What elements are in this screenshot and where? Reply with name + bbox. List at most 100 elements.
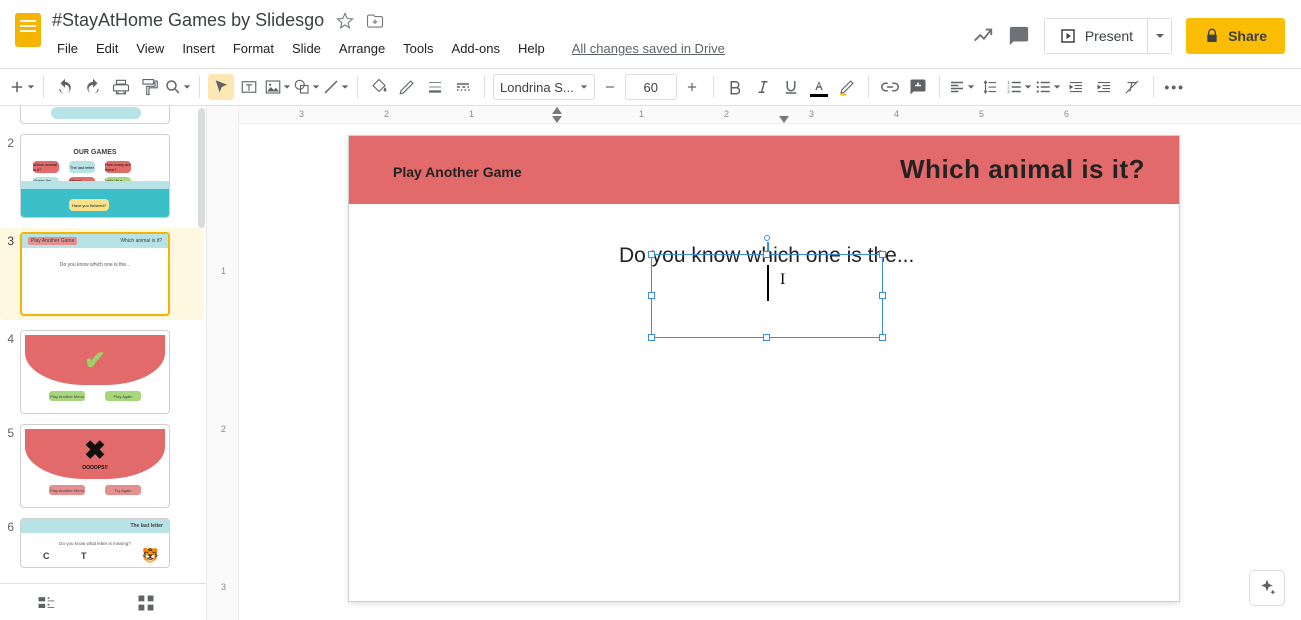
- bulleted-list-button[interactable]: [1034, 74, 1061, 100]
- thumb-chip: How many are there?: [105, 161, 131, 173]
- highlight-color-button[interactable]: [834, 74, 860, 100]
- underline-button[interactable]: [778, 74, 804, 100]
- thumb-title: OUR GAMES: [21, 149, 169, 156]
- new-slide-button[interactable]: [8, 74, 35, 100]
- menu-file[interactable]: File: [50, 37, 85, 60]
- slide-thumb-5[interactable]: 5 ✖ OOOOPS!! Play Another Menu Try Again: [2, 424, 200, 508]
- select-tool[interactable]: [208, 74, 234, 100]
- image-tool[interactable]: [264, 74, 291, 100]
- menu-tools[interactable]: Tools: [396, 37, 440, 60]
- filmstrip-view-icon[interactable]: [36, 593, 56, 613]
- border-dash-button[interactable]: [450, 74, 476, 100]
- grid-view-icon[interactable]: [136, 593, 156, 613]
- ruler-tick: 1: [469, 109, 474, 119]
- slide-thumb-2[interactable]: 2 OUR GAMES Which animal is it? The last…: [2, 134, 200, 218]
- shape-tool[interactable]: [293, 74, 320, 100]
- undo-button[interactable]: [52, 74, 78, 100]
- menu-edit[interactable]: Edit: [89, 37, 125, 60]
- thumb-chip: Play Again: [105, 391, 141, 401]
- filmstrip-panel: 2 OUR GAMES Which animal is it? The last…: [0, 106, 207, 620]
- resize-handle[interactable]: [879, 334, 886, 341]
- present-dropdown[interactable]: [1147, 19, 1171, 53]
- rotate-handle[interactable]: [764, 235, 770, 241]
- menu-format[interactable]: Format: [226, 37, 281, 60]
- slide-thumb-4[interactable]: 4 ✔ Play Another Menu Play Again: [2, 330, 200, 414]
- indent-decrease-button[interactable]: [1063, 74, 1089, 100]
- thumb-chip: Have you finished?: [69, 199, 109, 211]
- fill-color-button[interactable]: [366, 74, 392, 100]
- menu-slide[interactable]: Slide: [285, 37, 328, 60]
- textbox-tool[interactable]: [236, 74, 262, 100]
- present-button[interactable]: Present: [1045, 19, 1147, 53]
- clear-format-button[interactable]: [1119, 74, 1145, 100]
- menu-help[interactable]: Help: [511, 37, 552, 60]
- slide-header-left[interactable]: Play Another Game: [393, 164, 522, 180]
- filmstrip-scrollbar[interactable]: [198, 108, 205, 228]
- thumb-chip: Which animal is it?: [33, 161, 59, 173]
- more-tools-button[interactable]: •••: [1162, 74, 1188, 100]
- ruler-tick: 1: [639, 109, 644, 119]
- resize-handle[interactable]: [879, 251, 886, 258]
- resize-handle[interactable]: [648, 292, 655, 299]
- menu-addons[interactable]: Add-ons: [445, 37, 507, 60]
- app-header: #StayAtHome Games by Slidesgo File Edit …: [0, 0, 1301, 68]
- line-spacing-button[interactable]: [977, 74, 1003, 100]
- thumb-chip: Try Again: [105, 485, 141, 495]
- present-label: Present: [1085, 28, 1133, 44]
- insert-comment-button[interactable]: [905, 74, 931, 100]
- thumb-label: OOOOPS!!: [21, 465, 169, 471]
- menu-arrange[interactable]: Arrange: [332, 37, 392, 60]
- border-weight-button[interactable]: [422, 74, 448, 100]
- present-button-group: Present: [1044, 18, 1172, 54]
- app-logo[interactable]: [8, 6, 48, 54]
- slide-header-right[interactable]: Which animal is it?: [900, 154, 1145, 185]
- work-area: 3 2 1 1 2 3 4 5 6 Play Another Game Whic…: [239, 106, 1301, 620]
- text-color-button[interactable]: [806, 74, 832, 100]
- border-color-button[interactable]: [394, 74, 420, 100]
- font-size-inc[interactable]: [679, 74, 705, 100]
- print-button[interactable]: [108, 74, 134, 100]
- indent-marker-icon[interactable]: [552, 116, 562, 123]
- svg-text:3: 3: [1007, 89, 1010, 94]
- insert-link-button[interactable]: [877, 74, 903, 100]
- menu-bar: File Edit View Insert Format Slide Arran…: [48, 31, 972, 68]
- bold-button[interactable]: [722, 74, 748, 100]
- line-tool[interactable]: [322, 74, 349, 100]
- slide-canvas[interactable]: Play Another Game Which animal is it? Do…: [349, 136, 1179, 601]
- indent-marker-top-icon[interactable]: [552, 107, 562, 114]
- numbered-list-button[interactable]: 123: [1005, 74, 1032, 100]
- star-icon[interactable]: [336, 12, 354, 30]
- indent-marker-right-icon[interactable]: [779, 116, 789, 123]
- slide-thumb-6[interactable]: 6 The last letter Do you know what lette…: [2, 518, 200, 568]
- menu-view[interactable]: View: [129, 37, 171, 60]
- document-title[interactable]: #StayAtHome Games by Slidesgo: [52, 10, 324, 31]
- ruler-tick: 6: [1064, 109, 1069, 119]
- share-button[interactable]: Share: [1186, 18, 1285, 54]
- paint-format-button[interactable]: [136, 74, 162, 100]
- comments-icon[interactable]: [1008, 25, 1030, 47]
- move-folder-icon[interactable]: [366, 12, 384, 30]
- slide-thumb-3[interactable]: 3 Play Another GameWhich animal is it? D…: [0, 228, 203, 320]
- resize-handle[interactable]: [648, 251, 655, 258]
- thumb-letter: T: [81, 551, 87, 561]
- font-size-dec[interactable]: [597, 74, 623, 100]
- resize-handle[interactable]: [763, 251, 770, 258]
- resize-handle[interactable]: [648, 334, 655, 341]
- textbox-selection[interactable]: I: [651, 254, 883, 338]
- italic-button[interactable]: [750, 74, 776, 100]
- resize-handle[interactable]: [879, 292, 886, 299]
- explore-button[interactable]: [1249, 570, 1285, 606]
- align-button[interactable]: [948, 74, 975, 100]
- lock-icon: [1204, 28, 1220, 44]
- redo-button[interactable]: [80, 74, 106, 100]
- activity-icon[interactable]: [972, 25, 994, 47]
- resize-handle[interactable]: [763, 334, 770, 341]
- ruler-tick: 4: [894, 109, 899, 119]
- font-size-input[interactable]: 60: [625, 74, 677, 100]
- indent-increase-button[interactable]: [1091, 74, 1117, 100]
- menu-insert[interactable]: Insert: [175, 37, 222, 60]
- font-family-select[interactable]: Londrina S...: [493, 74, 595, 100]
- slide-thumb-1[interactable]: [2, 110, 200, 124]
- save-status[interactable]: All changes saved in Drive: [572, 41, 725, 56]
- zoom-button[interactable]: [164, 74, 191, 100]
